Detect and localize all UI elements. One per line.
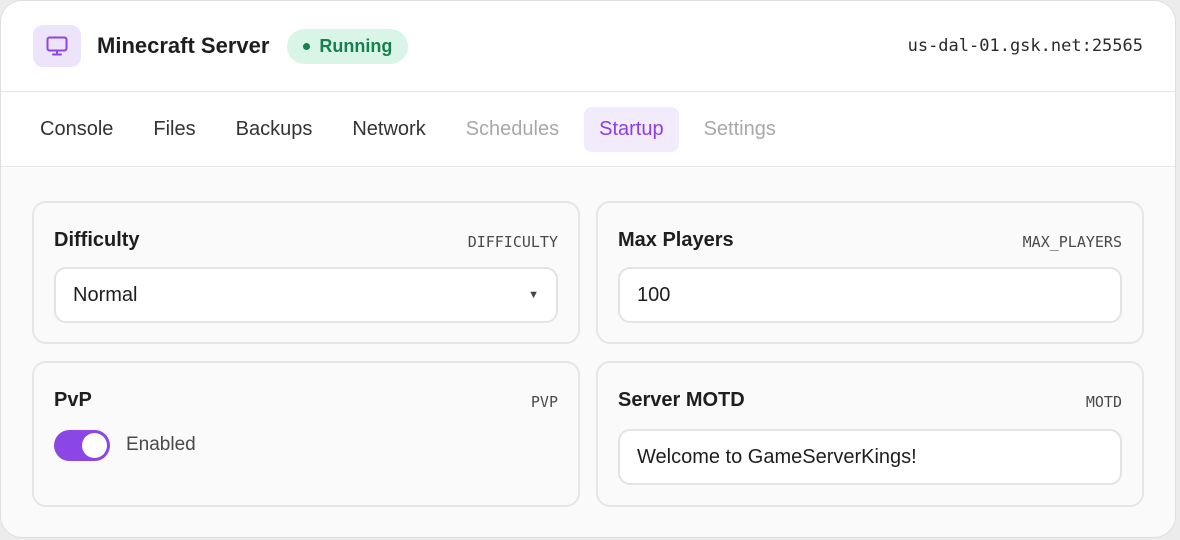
status-badge-label: Running [319, 35, 393, 56]
max-players-input[interactable]: 100 [618, 267, 1122, 323]
motd-input[interactable]: Welcome to GameServerKings! [618, 429, 1122, 485]
difficulty-label: Difficulty [54, 229, 140, 251]
startup-variables: Difficulty DIFFICULTY Normal ▼ Max Playe… [1, 168, 1175, 537]
status-badge: Running [287, 28, 409, 64]
pvp-state-label: Enabled [126, 434, 196, 455]
pvp-env-var: PVP [530, 393, 558, 411]
difficulty-card: Difficulty DIFFICULTY Normal ▼ [32, 201, 580, 344]
tab-files[interactable]: Files [138, 107, 210, 152]
pvp-toggle[interactable] [54, 430, 110, 461]
tab-console[interactable]: Console [25, 107, 128, 152]
tab-bar: Console Files Backups Network Schedules … [1, 92, 1175, 167]
difficulty-select[interactable]: Normal ▼ [54, 267, 558, 323]
tab-startup[interactable]: Startup [584, 106, 679, 152]
difficulty-env-var: DIFFICULTY [467, 233, 558, 251]
max-players-env-var: MAX_PLAYERS [1022, 233, 1122, 251]
motd-env-var: MOTD [1085, 393, 1122, 411]
server-header: Minecraft Server Running us-dal-01.gsk.n… [1, 1, 1175, 92]
server-address[interactable]: us-dal-01.gsk.net:25565 [908, 36, 1143, 56]
tab-network[interactable]: Network [337, 107, 440, 152]
tab-schedules[interactable]: Schedules [451, 107, 574, 152]
max-players-card: Max Players MAX_PLAYERS 100 [596, 201, 1144, 344]
motd-card: Server MOTD MOTD Welcome to GameServerKi… [596, 361, 1144, 507]
pvp-card: PvP PVP Enabled [32, 361, 580, 507]
difficulty-value: Normal [73, 283, 138, 306]
pvp-label: PvP [54, 389, 92, 411]
chevron-down-icon: ▼ [528, 289, 539, 301]
server-window: Minecraft Server Running us-dal-01.gsk.n… [0, 0, 1176, 538]
tab-backups[interactable]: Backups [221, 107, 328, 152]
monitor-icon [33, 25, 81, 67]
tab-settings[interactable]: Settings [689, 107, 791, 152]
toggle-knob [82, 433, 107, 458]
max-players-label: Max Players [618, 229, 734, 251]
page-title: Minecraft Server [97, 33, 270, 58]
motd-label: Server MOTD [618, 389, 745, 411]
status-dot-icon [303, 42, 311, 50]
